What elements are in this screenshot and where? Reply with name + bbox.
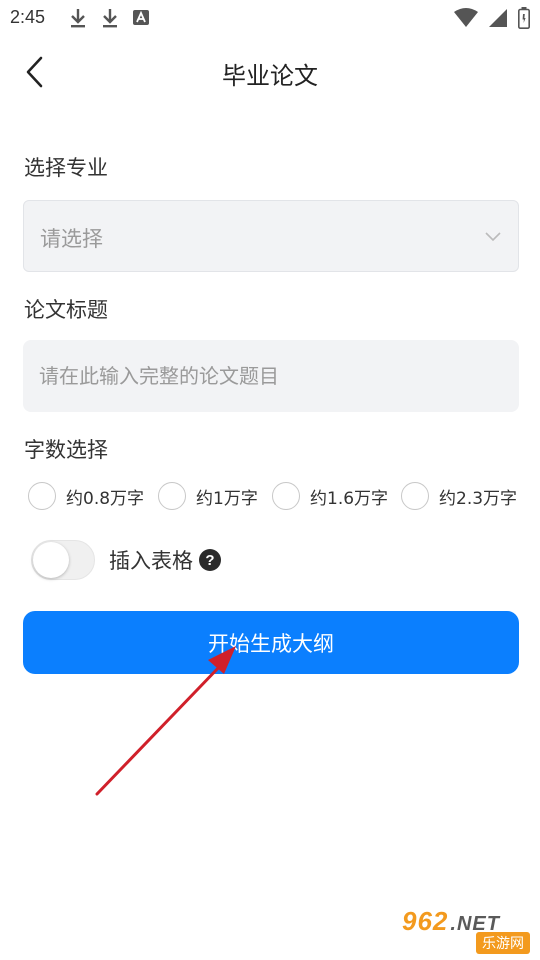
thesis-title-input[interactable] bbox=[23, 340, 519, 412]
insert-table-row: 插入表格 ? bbox=[31, 538, 221, 582]
status-time: 2:45 bbox=[10, 7, 46, 27]
insert-table-label: 插入表格 bbox=[109, 549, 193, 573]
help-icon[interactable]: ? bbox=[199, 549, 221, 571]
download-icon bbox=[100, 7, 120, 29]
generate-outline-button[interactable]: 开始生成大纲 bbox=[23, 611, 519, 674]
radio-button[interactable] bbox=[272, 482, 300, 510]
word-count-option[interactable]: 约0.8万字 bbox=[28, 482, 144, 510]
toggle-knob bbox=[33, 542, 69, 578]
word-count-option-label: 约1万字 bbox=[196, 488, 258, 509]
status-system-icons bbox=[454, 7, 530, 33]
radio-button[interactable] bbox=[401, 482, 429, 510]
word-count-options: 约0.8万字 约1万字 约1.6万字 约2.3万字 bbox=[28, 482, 528, 518]
nav-bar: 毕业论文 bbox=[0, 40, 540, 104]
major-select-value: 请选择 bbox=[40, 227, 103, 251]
status-bar: 2:45 bbox=[0, 0, 540, 36]
chevron-down-icon bbox=[484, 227, 502, 246]
wifi-icon bbox=[454, 8, 478, 32]
word-count-option-label: 约0.8万字 bbox=[66, 488, 145, 509]
radio-button[interactable] bbox=[158, 482, 186, 510]
insert-table-toggle[interactable] bbox=[31, 540, 95, 580]
major-label: 选择专业 bbox=[24, 156, 108, 180]
watermark-caption: 乐游网 bbox=[476, 932, 530, 954]
major-select[interactable]: 请选择 bbox=[23, 200, 519, 272]
annotation-arrow bbox=[95, 646, 236, 796]
word-count-option-label: 约2.3万字 bbox=[439, 488, 518, 509]
word-count-option-label: 约1.6万字 bbox=[310, 488, 389, 509]
word-count-label: 字数选择 bbox=[24, 438, 108, 462]
word-count-option[interactable]: 约2.3万字 bbox=[401, 482, 517, 510]
thesis-title-label: 论文标题 bbox=[24, 298, 108, 322]
battery-icon bbox=[518, 7, 530, 33]
status-notifications bbox=[68, 7, 150, 29]
download-icon bbox=[68, 7, 88, 29]
word-count-option[interactable]: 约1.6万字 bbox=[272, 482, 388, 510]
page-title: 毕业论文 bbox=[222, 62, 318, 90]
watermark-logo: 962 .NET 乐游网 bbox=[402, 906, 532, 954]
word-count-option[interactable]: 约1万字 bbox=[158, 482, 258, 510]
signal-icon bbox=[488, 8, 508, 32]
a-icon bbox=[132, 7, 150, 29]
radio-button[interactable] bbox=[28, 482, 56, 510]
